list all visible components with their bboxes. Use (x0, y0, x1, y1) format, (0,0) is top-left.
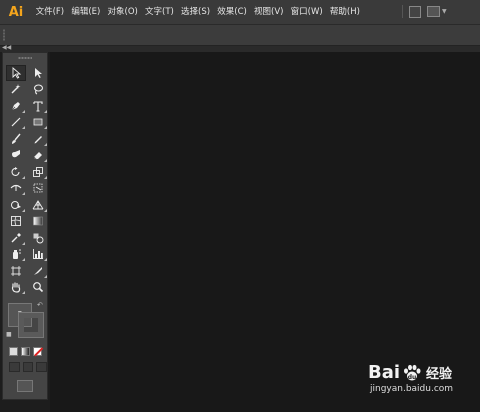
blob-brush-tool-icon[interactable] (6, 148, 26, 164)
watermark: Bai du 经验 jingyan.baidu.com (368, 362, 453, 394)
pen-tool-icon[interactable] (6, 98, 26, 114)
tools-panel-header[interactable] (3, 53, 47, 63)
color-mode-icon[interactable] (9, 347, 18, 356)
paw-icon: du (404, 364, 421, 381)
tools-panel: ? ↶ ■ (2, 52, 48, 400)
workspace-switcher-button[interactable]: ▼ (427, 5, 449, 18)
menu-bar: Ai 文件(F) 编辑(E) 对象(O) 文字(T) 选择(S) 效果(C) 视… (0, 0, 480, 25)
line-segment-tool-icon[interactable] (6, 115, 26, 131)
slice-tool-icon[interactable] (28, 263, 48, 279)
mesh-tool-icon[interactable] (6, 214, 26, 230)
workspace-icon (427, 6, 440, 17)
canvas-area[interactable] (50, 52, 480, 412)
menu-view[interactable]: 视图(V) (250, 0, 287, 24)
rectangle-tool-icon[interactable] (28, 115, 48, 131)
selection-tool-icon[interactable] (6, 65, 26, 81)
zoom-tool-icon[interactable] (28, 280, 48, 296)
lasso-tool-icon[interactable] (28, 82, 48, 98)
blend-tool-icon[interactable] (28, 230, 48, 246)
rotate-tool-icon[interactable] (6, 164, 26, 180)
fill-stroke-widget: ? ↶ ■ (3, 301, 47, 341)
gradient-mode-icon[interactable] (21, 347, 30, 356)
color-modes (3, 347, 47, 356)
chevron-down-icon: ▼ (442, 8, 447, 15)
svg-text:du: du (408, 374, 417, 381)
draw-modes (3, 362, 48, 372)
screen-mode-icon[interactable] (17, 380, 33, 392)
main-menu: 文件(F) 编辑(E) 对象(O) 文字(T) 选择(S) 效果(C) 视图(V… (32, 0, 364, 24)
paintbrush-tool-icon[interactable] (6, 131, 26, 147)
magic-wand-tool-icon[interactable] (6, 82, 26, 98)
bridge-button[interactable] (402, 5, 423, 18)
pencil-tool-icon[interactable] (28, 131, 48, 147)
shape-builder-tool-icon[interactable] (6, 197, 26, 213)
free-transform-tool-icon[interactable] (28, 181, 48, 197)
type-tool-icon[interactable] (28, 98, 48, 114)
column-graph-tool-icon[interactable] (28, 247, 48, 263)
menu-select[interactable]: 选择(S) (177, 0, 213, 24)
swap-fill-stroke-icon[interactable]: ↶ (37, 301, 43, 309)
draw-behind-icon[interactable] (22, 362, 34, 372)
menu-file[interactable]: 文件(F) (32, 0, 68, 24)
eyedropper-tool-icon[interactable] (6, 230, 26, 246)
menu-edit[interactable]: 编辑(E) (68, 0, 104, 24)
control-bar (0, 25, 480, 46)
menu-type[interactable]: 文字(T) (141, 0, 177, 24)
bridge-icon (409, 6, 421, 18)
width-tool-icon[interactable] (6, 181, 26, 197)
draw-inside-icon[interactable] (36, 362, 48, 372)
direct-selection-tool-icon[interactable] (28, 65, 48, 81)
default-fill-stroke-icon[interactable]: ■ (6, 331, 12, 338)
gradient-tool-icon[interactable] (28, 214, 48, 230)
menu-help[interactable]: 帮助(H) (326, 0, 363, 24)
grip-handle-icon[interactable] (3, 29, 5, 41)
perspective-grid-tool-icon[interactable] (28, 197, 48, 213)
watermark-logo: Bai du 经验 (368, 362, 453, 383)
watermark-url: jingyan.baidu.com (370, 384, 454, 394)
scale-tool-icon[interactable] (28, 164, 48, 180)
none-mode-icon[interactable] (33, 347, 42, 356)
collapse-icon[interactable]: ◀◀ (2, 44, 11, 51)
menu-effect[interactable]: 效果(C) (214, 0, 251, 24)
app-logo: Ai (8, 4, 24, 20)
eraser-tool-icon[interactable] (28, 148, 48, 164)
menu-object[interactable]: 对象(O) (104, 0, 142, 24)
stroke-swatch[interactable] (18, 312, 44, 338)
menu-window[interactable]: 窗口(W) (287, 0, 326, 24)
artboard-tool-icon[interactable] (6, 263, 26, 279)
hand-tool-icon[interactable] (6, 280, 26, 296)
draw-normal-icon[interactable] (9, 362, 20, 372)
symbol-sprayer-tool-icon[interactable] (6, 247, 26, 263)
